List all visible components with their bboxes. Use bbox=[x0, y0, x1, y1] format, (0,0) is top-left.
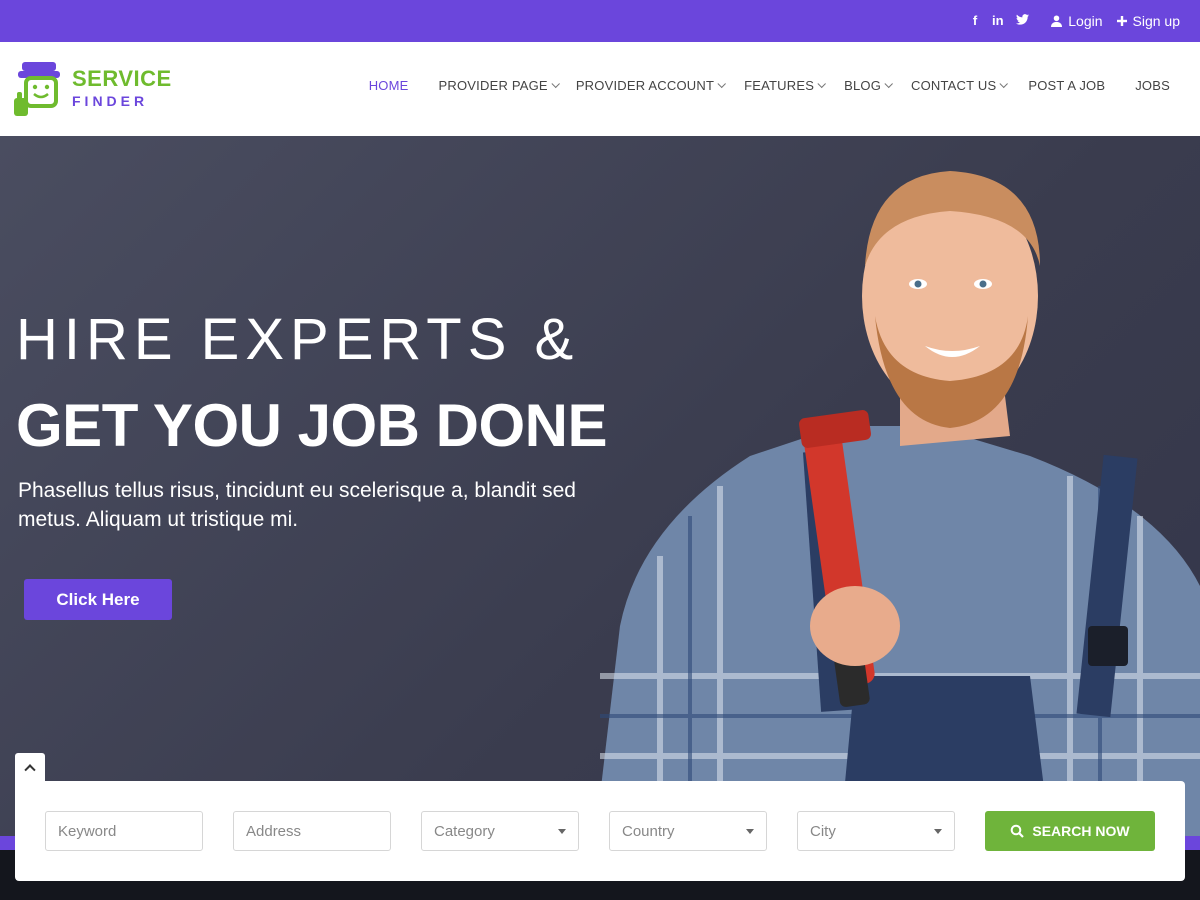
worker-with-wrench-image bbox=[600, 171, 1200, 836]
main-nav: HOME PROVIDER PAGE PROVIDER ACCOUNT FEAT… bbox=[339, 78, 1170, 93]
caret-down-icon bbox=[934, 829, 942, 834]
city-select-value: City bbox=[810, 822, 836, 840]
nav-label: PROVIDER ACCOUNT bbox=[575, 78, 715, 93]
login-link[interactable]: Login bbox=[1051, 13, 1103, 29]
logo-word-finder: FINDER bbox=[72, 93, 149, 109]
nav-item-provider-account[interactable]: PROVIDER ACCOUNT bbox=[575, 78, 727, 93]
nav-label: FEATURES bbox=[744, 78, 815, 93]
social-links: f in bbox=[970, 13, 1029, 28]
country-select-value: Country bbox=[622, 822, 675, 840]
logo-word-service: SERVICE bbox=[72, 66, 172, 91]
collapse-search-toggle[interactable] bbox=[15, 753, 45, 781]
country-select[interactable]: Country bbox=[609, 811, 767, 851]
login-label: Login bbox=[1068, 13, 1103, 29]
chevron-down-icon bbox=[884, 79, 893, 88]
category-select-value: Category bbox=[434, 822, 495, 840]
signup-label: Sign up bbox=[1132, 13, 1180, 29]
nav-item-features[interactable]: FEATURES bbox=[744, 78, 827, 93]
chevron-down-icon bbox=[817, 79, 827, 88]
caret-down-icon bbox=[746, 829, 754, 834]
nav-item-provider-page[interactable]: PROVIDER PAGE bbox=[438, 78, 560, 93]
caret-down-icon bbox=[558, 829, 566, 834]
top-bar: f in Login Sign up bbox=[0, 0, 1200, 42]
chevron-down-icon bbox=[717, 79, 727, 88]
twitter-icon[interactable] bbox=[1015, 13, 1029, 28]
hero-banner: HIRE EXPERTS & GET YOU JOB DONE Phasellu… bbox=[0, 136, 1200, 836]
nav-label: JOBS bbox=[1135, 78, 1170, 93]
nav-label: BLOG bbox=[844, 78, 882, 93]
hero-heading-line2: GET YOU JOB DONE bbox=[16, 392, 608, 459]
search-panel: Category Country City SEARCH NOW bbox=[15, 781, 1185, 881]
nav-item-home[interactable]: HOME bbox=[369, 78, 409, 93]
address-input[interactable] bbox=[233, 811, 391, 851]
category-select[interactable]: Category bbox=[421, 811, 579, 851]
facebook-icon[interactable]: f bbox=[970, 13, 980, 28]
logo[interactable]: SERVICE FINDER bbox=[14, 62, 184, 118]
plus-icon bbox=[1116, 16, 1127, 26]
nav-label: POST A JOB bbox=[1028, 78, 1106, 93]
chevron-up-icon bbox=[24, 764, 36, 776]
hero-description: Phasellus tellus risus, tincidunt eu sce… bbox=[18, 479, 576, 531]
city-select[interactable]: City bbox=[797, 811, 955, 851]
nav-label: HOME bbox=[368, 78, 409, 93]
nav-item-jobs[interactable]: JOBS bbox=[1135, 78, 1170, 93]
auth-links: Login Sign up bbox=[1051, 13, 1180, 29]
keyword-input[interactable] bbox=[45, 811, 203, 851]
click-here-button[interactable]: Click Here bbox=[24, 579, 172, 620]
nav-label: CONTACT US bbox=[911, 78, 997, 93]
nav-label: PROVIDER PAGE bbox=[438, 78, 548, 93]
linkedin-icon[interactable]: in bbox=[992, 13, 1004, 28]
chevron-down-icon bbox=[551, 79, 560, 88]
search-now-button[interactable]: SEARCH NOW bbox=[985, 811, 1155, 851]
signup-link[interactable]: Sign up bbox=[1116, 13, 1180, 29]
nav-item-blog[interactable]: BLOG bbox=[844, 78, 893, 93]
service-finder-logo-icon bbox=[14, 62, 60, 116]
hero-heading-line1: HIRE EXPERTS & bbox=[16, 307, 580, 372]
search-icon bbox=[1011, 824, 1025, 838]
search-now-label: SEARCH NOW bbox=[1032, 823, 1130, 839]
nav-item-post-a-job[interactable]: POST A JOB bbox=[1028, 78, 1105, 93]
site-header: SERVICE FINDER HOME PROVIDER PAGE PROVID… bbox=[0, 42, 1200, 136]
nav-item-contact-us[interactable]: CONTACT US bbox=[911, 78, 1009, 93]
chevron-down-icon bbox=[999, 79, 1009, 88]
user-icon bbox=[1051, 15, 1063, 27]
